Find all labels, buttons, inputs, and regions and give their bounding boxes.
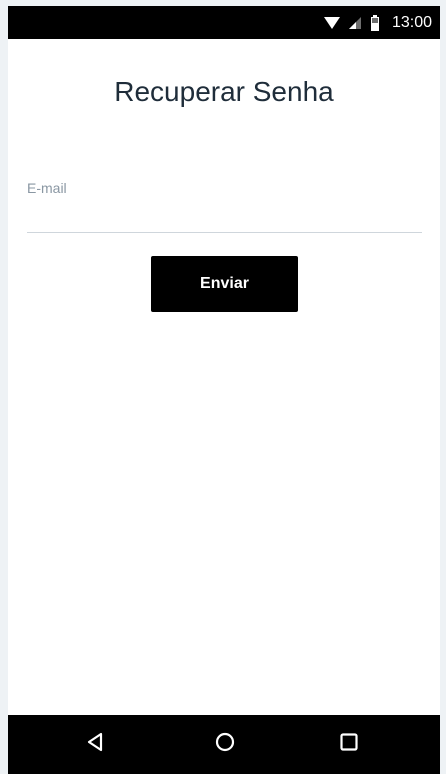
- home-icon: [215, 732, 235, 757]
- battery-icon: [370, 14, 380, 31]
- back-button[interactable]: [65, 715, 125, 774]
- status-time: 13:00: [391, 13, 432, 31]
- home-button[interactable]: [195, 715, 255, 774]
- recents-icon: [339, 732, 359, 757]
- navigation-bar: [8, 715, 440, 774]
- email-field[interactable]: [27, 202, 422, 233]
- wifi-icon: [323, 16, 340, 30]
- page-title: Recuperar Senha: [114, 76, 334, 107]
- phone-screen: 13:00 Recuperar Senha E-mail Enviar: [8, 6, 440, 774]
- status-bar: 13:00: [8, 6, 440, 39]
- send-button[interactable]: Enviar: [151, 256, 298, 312]
- signal-icon: [348, 16, 362, 30]
- recents-button[interactable]: [319, 715, 379, 774]
- status-icons: 13:00: [323, 6, 432, 39]
- back-icon: [85, 732, 105, 757]
- email-label: E-mail: [27, 180, 67, 196]
